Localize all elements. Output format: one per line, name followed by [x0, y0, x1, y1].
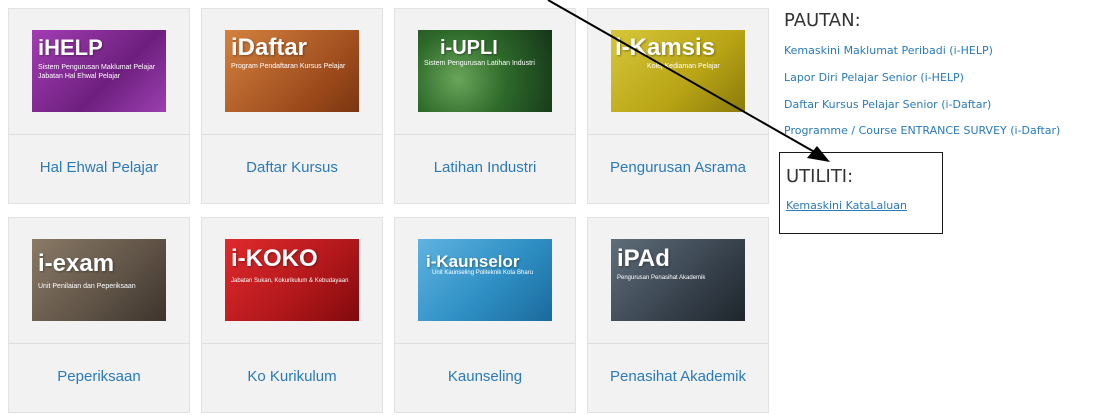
logo-subtitle: Pengurusan Penasihat Akademik: [617, 275, 706, 281]
tile-divider: [395, 134, 575, 135]
logo-subtitle: Sistem Pengurusan Maklumat Pelajar: [38, 64, 156, 71]
utiliti-box: UTILITI: Kemaskini KataLaluan: [779, 152, 943, 234]
tile-daftar-kursus[interactable]: iDaftar Program Pendaftaran Kursus Pelaj…: [201, 8, 383, 204]
tile-label[interactable]: Daftar Kursus: [202, 159, 382, 176]
iupli-logo: i-UPLI Sistem Pengurusan Latihan Industr…: [418, 30, 552, 112]
tile-label[interactable]: Ko Kurikulum: [202, 368, 382, 385]
utiliti-link-kemaskini-katalaluan[interactable]: Kemaskini KataLaluan: [786, 199, 907, 212]
tile-latihan-industri[interactable]: i-UPLI Sistem Pengurusan Latihan Industr…: [394, 8, 576, 204]
pautan-link-kemaskini-maklumat[interactable]: Kemaskini Maklumat Peribadi (i-HELP): [784, 44, 993, 57]
logo-subtitle: Unit Penilaian dan Peperiksaan: [38, 283, 136, 290]
pautan-heading: PAUTAN:: [784, 10, 861, 31]
logo-title: iPAd: [617, 245, 670, 272]
logo-subtitle-2: Jabatan Hal Ehwal Pelajar: [38, 73, 121, 80]
logo-title: i-exam: [38, 250, 115, 277]
tile-divider: [9, 134, 189, 135]
logo-title: iDaftar: [231, 34, 308, 61]
logo-subtitle: Sistem Pengurusan Latihan Industri: [424, 60, 535, 67]
tile-divider: [588, 343, 768, 344]
logo-subtitle: Jabatan Sukan, Kokurikulum & Kebudayaan: [231, 278, 349, 284]
utiliti-heading: UTILITI:: [786, 166, 854, 187]
ikamsis-logo: i-Kamsis Kolej Kediaman Pelajar: [611, 30, 745, 112]
logo-title: i-UPLI: [440, 37, 498, 59]
logo-subtitle: Unit Kaunseling Politeknik Kota Bharu: [432, 270, 534, 276]
tile-penasihat-akademik[interactable]: iPAd Pengurusan Penasihat Akademik Penas…: [587, 217, 769, 413]
tile-hal-ehwal-pelajar[interactable]: iHELP Sistem Pengurusan Maklumat Pelajar…: [8, 8, 190, 204]
pautan-link-lapor-diri[interactable]: Lapor Diri Pelajar Senior (i-HELP): [784, 71, 964, 84]
tile-label[interactable]: Pengurusan Asrama: [588, 159, 768, 176]
logo-title: i-KOKO: [231, 245, 318, 272]
logo-subtitle: Kolej Kediaman Pelajar: [647, 63, 720, 70]
tile-divider: [202, 343, 382, 344]
idaftar-logo: iDaftar Program Pendaftaran Kursus Pelaj…: [225, 30, 359, 112]
ihelp-logo: iHELP Sistem Pengurusan Maklumat Pelajar…: [32, 30, 166, 112]
ikaunselor-logo: i-Kaunselor Unit Kaunseling Politeknik K…: [418, 239, 552, 321]
logo-title: iHELP: [38, 35, 103, 60]
tile-kaunseling[interactable]: i-Kaunselor Unit Kaunseling Politeknik K…: [394, 217, 576, 413]
tile-label[interactable]: Latihan Industri: [395, 159, 575, 176]
logo-title: i-Kamsis: [615, 34, 716, 61]
logo-subtitle: Program Pendaftaran Kursus Pelajar: [231, 63, 346, 70]
tile-label[interactable]: Kaunseling: [395, 368, 575, 385]
tile-label[interactable]: Peperiksaan: [9, 368, 189, 385]
iexam-logo: i-exam Unit Penilaian dan Peperiksaan: [32, 239, 166, 321]
tile-label[interactable]: Penasihat Akademik: [588, 368, 768, 385]
tile-pengurusan-asrama[interactable]: i-Kamsis Kolej Kediaman Pelajar Pengurus…: [587, 8, 769, 204]
tile-label[interactable]: Hal Ehwal Pelajar: [9, 159, 189, 176]
pautan-link-entrance-survey[interactable]: Programme / Course ENTRANCE SURVEY (i-Da…: [784, 124, 1060, 137]
tile-divider: [588, 134, 768, 135]
tile-peperiksaan[interactable]: i-exam Unit Penilaian dan Peperiksaan Pe…: [8, 217, 190, 413]
tile-divider: [9, 343, 189, 344]
ipad-logo: iPAd Pengurusan Penasihat Akademik: [611, 239, 745, 321]
ikoko-logo: i-KOKO Jabatan Sukan, Kokurikulum & Kebu…: [225, 239, 359, 321]
tile-divider: [395, 343, 575, 344]
tile-ko-kurikulum[interactable]: i-KOKO Jabatan Sukan, Kokurikulum & Kebu…: [201, 217, 383, 413]
tile-divider: [202, 134, 382, 135]
pautan-link-daftar-kursus[interactable]: Daftar Kursus Pelajar Senior (i-Daftar): [784, 98, 991, 111]
